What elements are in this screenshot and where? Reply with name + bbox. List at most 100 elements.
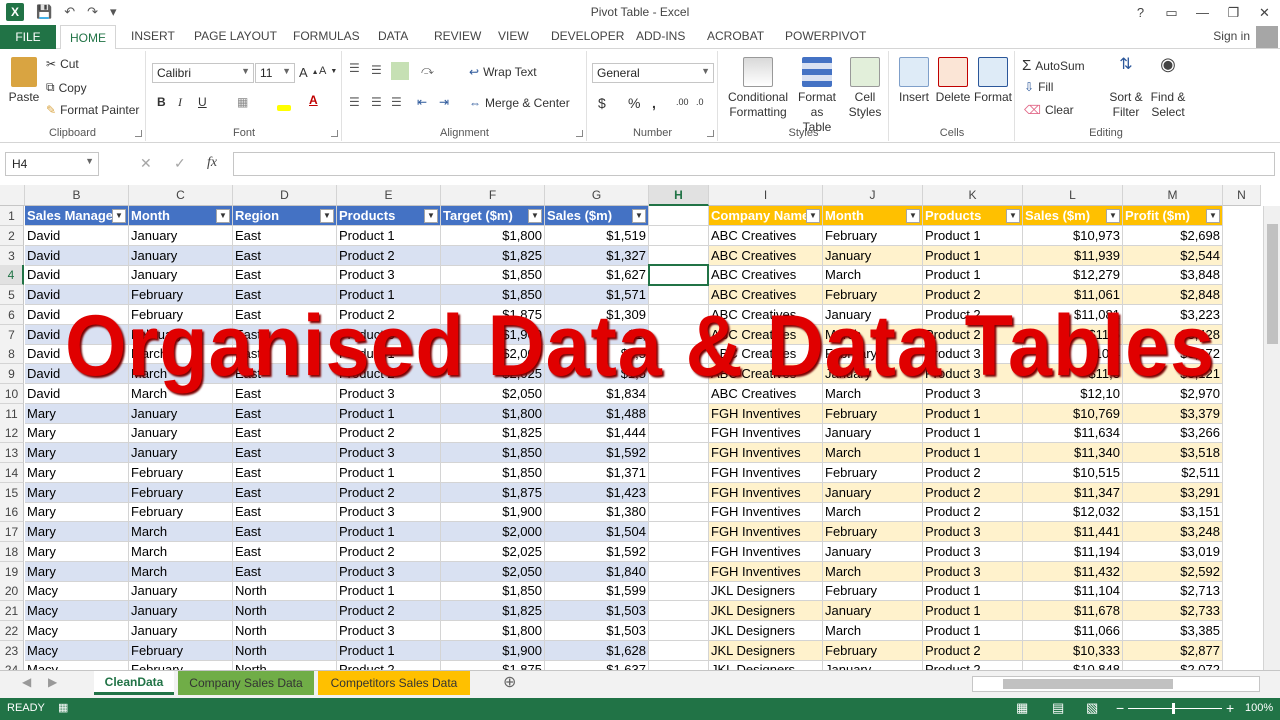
table-cell[interactable]: FGH Inventives (709, 403, 823, 424)
comma-button[interactable]: , (652, 95, 656, 111)
table-cell[interactable]: Mary (25, 541, 129, 562)
table-cell[interactable]: January (129, 443, 233, 463)
empty-cell[interactable] (649, 620, 709, 641)
table-cell[interactable]: $1,900 (441, 640, 545, 661)
sheet-tab-competitors-sales[interactable]: Competitors Sales Data (318, 671, 470, 695)
scroll-right-icon[interactable]: ▶ (48, 675, 57, 689)
font-launcher[interactable] (331, 130, 338, 137)
align-bottom-icon[interactable] (391, 62, 409, 80)
table-cell[interactable]: $3,248 (1123, 522, 1223, 542)
table-cell[interactable]: $2,713 (1123, 581, 1223, 602)
table-cell[interactable]: Product 1 (337, 522, 441, 542)
format-cells-button[interactable]: Format (974, 57, 1012, 105)
row-header[interactable]: 23 (0, 640, 24, 661)
avatar[interactable] (1256, 26, 1278, 48)
filter-dropdown-icon[interactable]: ▼ (1206, 209, 1220, 223)
tab-home[interactable]: HOME (60, 25, 116, 50)
table-cell[interactable]: $11,432 (1023, 561, 1123, 582)
table-cell[interactable]: Product 2 (337, 423, 441, 444)
table-cell[interactable]: Product 2 (337, 245, 441, 266)
empty-cell[interactable] (649, 443, 709, 463)
table-cell[interactable]: JKL Designers (709, 581, 823, 602)
number-launcher[interactable] (707, 130, 714, 137)
table-cell[interactable]: $1,840 (545, 561, 649, 582)
table-header-cell[interactable]: Sales ($m) ▼ (1023, 206, 1123, 226)
table-cell[interactable]: Product 1 (337, 581, 441, 602)
table-header-cell[interactable]: Products ▼ (337, 206, 441, 226)
table-cell[interactable]: East (233, 423, 337, 444)
table-cell[interactable]: February (129, 482, 233, 503)
row-header[interactable]: 8 (0, 344, 24, 365)
column-header[interactable]: E (337, 185, 441, 206)
row-header[interactable]: 14 (0, 462, 24, 483)
table-cell[interactable]: March (129, 522, 233, 542)
table-cell[interactable]: David (25, 245, 129, 266)
tab-file[interactable]: FILE (0, 25, 56, 49)
table-cell[interactable]: February (823, 462, 923, 483)
font-name-combo[interactable]: Calibri ▼ (152, 63, 254, 83)
name-box[interactable]: H4 ▼ (5, 152, 99, 176)
table-cell[interactable]: Mary (25, 443, 129, 463)
table-cell[interactable]: Product 1 (923, 443, 1023, 463)
column-header[interactable]: L (1023, 185, 1123, 206)
table-cell[interactable]: Macy (25, 640, 129, 661)
empty-cell[interactable] (649, 601, 709, 621)
table-cell[interactable]: Product 2 (337, 482, 441, 503)
table-cell[interactable]: Product 1 (923, 403, 1023, 424)
empty-cell[interactable] (649, 522, 709, 542)
table-cell[interactable]: $11,194 (1023, 541, 1123, 562)
row-header[interactable]: 20 (0, 581, 24, 602)
table-cell[interactable]: David (25, 225, 129, 246)
table-cell[interactable]: $2,000 (441, 522, 545, 542)
table-cell[interactable]: $1,488 (545, 403, 649, 424)
table-cell[interactable]: $1,599 (545, 581, 649, 602)
percent-button[interactable]: % (628, 95, 640, 111)
table-cell[interactable]: January (129, 225, 233, 246)
row-header[interactable]: 5 (0, 285, 24, 305)
table-cell[interactable]: $1,800 (441, 403, 545, 424)
table-cell[interactable]: $1,444 (545, 423, 649, 444)
tab-view[interactable]: VIEW (498, 29, 529, 43)
row-header[interactable]: 16 (0, 502, 24, 523)
fill-button[interactable]: ⇩ Fill (1024, 80, 1053, 94)
row-header[interactable]: 1 (0, 206, 24, 226)
table-cell[interactable]: March (129, 561, 233, 582)
table-cell[interactable]: $1,504 (545, 522, 649, 542)
table-cell[interactable]: $1,503 (545, 601, 649, 621)
table-cell[interactable]: Product 2 (923, 502, 1023, 523)
filter-dropdown-icon[interactable]: ▼ (112, 209, 126, 223)
table-cell[interactable]: $1,850 (441, 462, 545, 483)
sheet-tab-cleandata[interactable]: CleanData (94, 671, 174, 695)
table-cell[interactable]: February (823, 640, 923, 661)
table-cell[interactable]: $1,371 (545, 462, 649, 483)
filter-dropdown-icon[interactable]: ▼ (1106, 209, 1120, 223)
fill-color-button[interactable] (277, 95, 291, 111)
table-cell[interactable]: $2,511 (1123, 462, 1223, 483)
row-header[interactable]: 4 (0, 265, 24, 286)
column-header[interactable]: D (233, 185, 337, 206)
row-header[interactable]: 18 (0, 541, 24, 562)
table-cell[interactable]: $10,973 (1023, 225, 1123, 246)
table-cell[interactable]: $1,519 (545, 225, 649, 246)
table-header-cell[interactable]: Sales Manager ▼ (25, 206, 129, 226)
row-header[interactable]: 13 (0, 443, 24, 463)
table-cell[interactable]: January (129, 620, 233, 641)
empty-cell[interactable] (649, 403, 709, 424)
table-cell[interactable]: Product 3 (923, 522, 1023, 542)
table-cell[interactable]: $1,875 (441, 482, 545, 503)
table-cell[interactable]: FGH Inventives (709, 482, 823, 503)
empty-cell[interactable] (649, 206, 709, 226)
copy-button[interactable]: ⧉ Copy (46, 80, 87, 95)
column-header[interactable]: M (1123, 185, 1223, 206)
table-cell[interactable]: $11,066 (1023, 620, 1123, 641)
table-cell[interactable]: Product 3 (337, 265, 441, 286)
table-cell[interactable]: January (129, 423, 233, 444)
table-cell[interactable]: $3,151 (1123, 502, 1223, 523)
filter-dropdown-icon[interactable]: ▼ (424, 209, 438, 223)
table-cell[interactable]: Mary (25, 403, 129, 424)
table-cell[interactable]: Product 2 (923, 462, 1023, 483)
table-cell[interactable]: $1,850 (441, 443, 545, 463)
row-header[interactable]: 15 (0, 482, 24, 503)
row-header[interactable]: 6 (0, 304, 24, 325)
column-header[interactable]: C (129, 185, 233, 206)
